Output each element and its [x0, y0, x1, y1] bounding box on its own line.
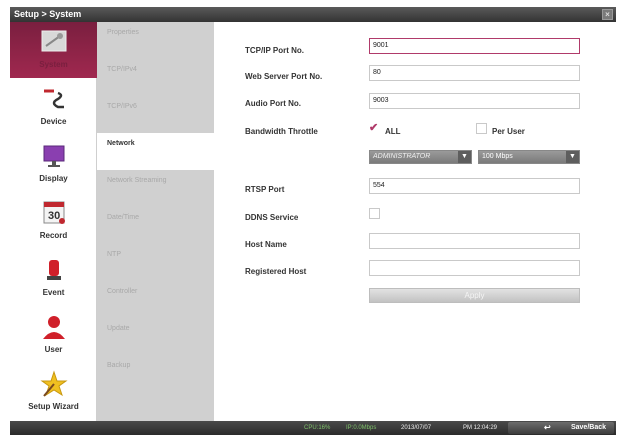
web-port-field[interactable]: 80 [369, 65, 580, 81]
menu-item-setup-wizard[interactable]: Setup Wizard [10, 364, 97, 420]
sub-item-tcp-ipv4[interactable]: TCP/IPv4 [97, 59, 214, 96]
title-bar: Setup > System × [10, 7, 616, 22]
save-back-label: Save/Back [570, 424, 606, 431]
close-icon[interactable]: × [602, 9, 613, 20]
menu-item-display[interactable]: Display [10, 136, 97, 192]
tcp-port-field[interactable]: 9001 [369, 38, 580, 54]
chevron-down-icon: ▼ [458, 151, 471, 163]
sub-item-controller[interactable]: Controller [97, 281, 214, 318]
rtsp-port-label: RTSP Port [245, 185, 285, 194]
registered-host-label: Registered Host [245, 267, 307, 276]
user-select[interactable]: ADMINISTRATOR ▼ [369, 150, 472, 164]
status-bar: CPU:16% IP:0.0Mbps 2013/07/07 PM 12:04:2… [10, 421, 616, 435]
sub-item-network[interactable]: Network [97, 133, 214, 170]
main-menu: System Device Display 30 Record Event Us… [10, 22, 97, 421]
save-back-button[interactable]: ↩ Save/Back [508, 422, 614, 434]
sub-item-update[interactable]: Update [97, 318, 214, 355]
cpu-usage: CPU:16% [304, 425, 331, 431]
status-date: 2013/07/07 [401, 425, 432, 431]
svg-text:30: 30 [48, 210, 60, 222]
chevron-down-icon: ▼ [566, 151, 579, 163]
host-name-field[interactable] [369, 233, 580, 249]
host-name-label: Host Name [245, 240, 287, 249]
menu-label: Setup Wizard [28, 402, 79, 411]
setup-wizard-icon [40, 370, 68, 397]
ddns-service-label: DDNS Service [245, 213, 299, 222]
sub-item-tcp-ipv6[interactable]: TCP/IPv6 [97, 96, 214, 133]
menu-item-user[interactable]: User [10, 307, 97, 363]
window-title: Setup > System [14, 9, 82, 19]
return-icon: ↩ [544, 423, 551, 432]
display-icon [43, 145, 65, 167]
sub-item-network-streaming[interactable]: Network Streaming [97, 170, 214, 207]
user-icon [43, 316, 65, 339]
menu-label: Event [42, 288, 65, 297]
ddns-checkbox[interactable] [369, 208, 380, 219]
sub-item-ntp[interactable]: NTP [97, 244, 214, 281]
menu-label: System [39, 60, 68, 69]
system-icon [41, 30, 67, 52]
network-settings-panel: TCP/IP Port No. 9001 Web Server Port No.… [214, 22, 616, 421]
speed-select[interactable]: 100 Mbps ▼ [478, 150, 580, 164]
setup-window: Setup > System × System Device Display 3… [0, 0, 626, 437]
menu-label: Record [39, 231, 68, 240]
per-user-checkbox[interactable] [476, 123, 487, 134]
apply-button[interactable]: Apply [369, 288, 580, 303]
checkmark-icon[interactable]: ✔ [369, 123, 378, 134]
sub-item-backup[interactable]: Backup [97, 355, 214, 392]
audio-port-label: Audio Port No. [245, 99, 301, 108]
menu-item-record[interactable]: 30 Record [10, 193, 97, 249]
sub-item-date-time[interactable]: Date/Time [97, 207, 214, 244]
user-select-value: ADMINISTRATOR [373, 153, 431, 160]
all-option-label: ALL [385, 127, 401, 136]
menu-item-event[interactable]: Event [10, 250, 97, 306]
web-port-label: Web Server Port No. [245, 72, 323, 81]
tcp-port-label: TCP/IP Port No. [245, 46, 304, 55]
ip-throughput: IP:0.0Mbps [346, 425, 377, 431]
menu-label: User [44, 345, 63, 354]
record-icon: 30 [43, 201, 65, 224]
event-icon [47, 260, 61, 280]
registered-host-field[interactable] [369, 260, 580, 276]
menu-item-device[interactable]: Device [10, 79, 97, 135]
menu-label: Device [40, 117, 67, 126]
bandwidth-throttle-label: Bandwidth Throttle [245, 127, 318, 136]
rtsp-port-field[interactable]: 554 [369, 178, 580, 194]
per-user-label: Per User [492, 127, 525, 136]
menu-item-system[interactable]: System [10, 22, 97, 78]
sub-item-properties[interactable]: Properties [97, 22, 214, 59]
device-icon [44, 89, 64, 109]
sub-menu: Properties TCP/IPv4 TCP/IPv6 Network Net… [97, 22, 214, 421]
menu-label: Display [39, 174, 68, 183]
speed-select-value: 100 Mbps [482, 153, 513, 160]
audio-port-field[interactable]: 9003 [369, 93, 580, 109]
